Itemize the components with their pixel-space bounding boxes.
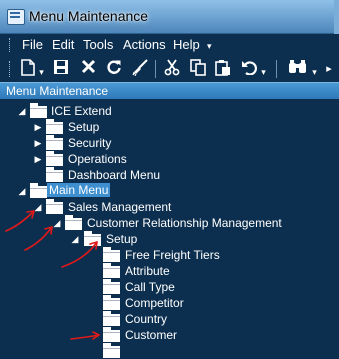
menu-tree: ◢ ICE Extend ▶ Setup ▶ Security ▶ Operat… <box>0 99 339 358</box>
menu-actions[interactable]: Actions <box>123 37 166 52</box>
red-arrow-crm <box>24 226 53 251</box>
find-dropdown-chevron-icon[interactable]: ▾ <box>310 62 319 82</box>
menu-tools[interactable]: Tools <box>83 37 113 52</box>
undo-icon[interactable] <box>239 59 259 79</box>
toolbar-grip[interactable] <box>9 61 13 77</box>
menu-overflow-chevron-icon[interactable]: ▾ <box>207 41 212 52</box>
menu-file[interactable]: File <box>22 37 43 52</box>
undo-dropdown-chevron-icon[interactable]: ▾ <box>259 62 268 82</box>
menu-edit[interactable]: Edit <box>52 37 74 52</box>
paste-icon[interactable] <box>213 59 233 79</box>
new-dropdown-chevron-icon[interactable]: ▾ <box>37 62 46 82</box>
panel-title: Menu Maintenance <box>0 82 339 99</box>
toolbar: ▾ ▾ ▾ ▸ <box>0 56 339 82</box>
find-binoculars-icon[interactable] <box>286 59 308 79</box>
menu-bar: File Edit Tools Actions Help ▾ <box>0 34 339 56</box>
window-title: Menu Maintenance <box>29 8 149 24</box>
toolbar-separator <box>155 60 156 78</box>
cut-icon[interactable] <box>162 59 182 79</box>
red-annotation-arrows <box>5 210 100 340</box>
clear-brush-icon[interactable] <box>130 59 150 79</box>
folder-icon <box>103 343 120 358</box>
refresh-icon[interactable] <box>104 59 124 79</box>
menu-help[interactable]: Help <box>173 37 200 52</box>
window-frame-edge <box>334 0 339 34</box>
window-titlebar: Menu Maintenance <box>0 0 339 34</box>
toolbar-overflow-icon[interactable]: ▸ <box>323 59 335 79</box>
red-arrow-setup <box>61 241 98 268</box>
toolbar-separator <box>276 60 277 78</box>
app-icon <box>7 9 25 25</box>
menubar-grip[interactable] <box>9 38 13 52</box>
new-document-icon[interactable] <box>19 59 37 79</box>
red-arrow-sales-management <box>5 210 35 232</box>
delete-icon[interactable] <box>78 59 98 79</box>
save-icon[interactable] <box>51 59 71 79</box>
copy-icon[interactable] <box>188 59 208 79</box>
